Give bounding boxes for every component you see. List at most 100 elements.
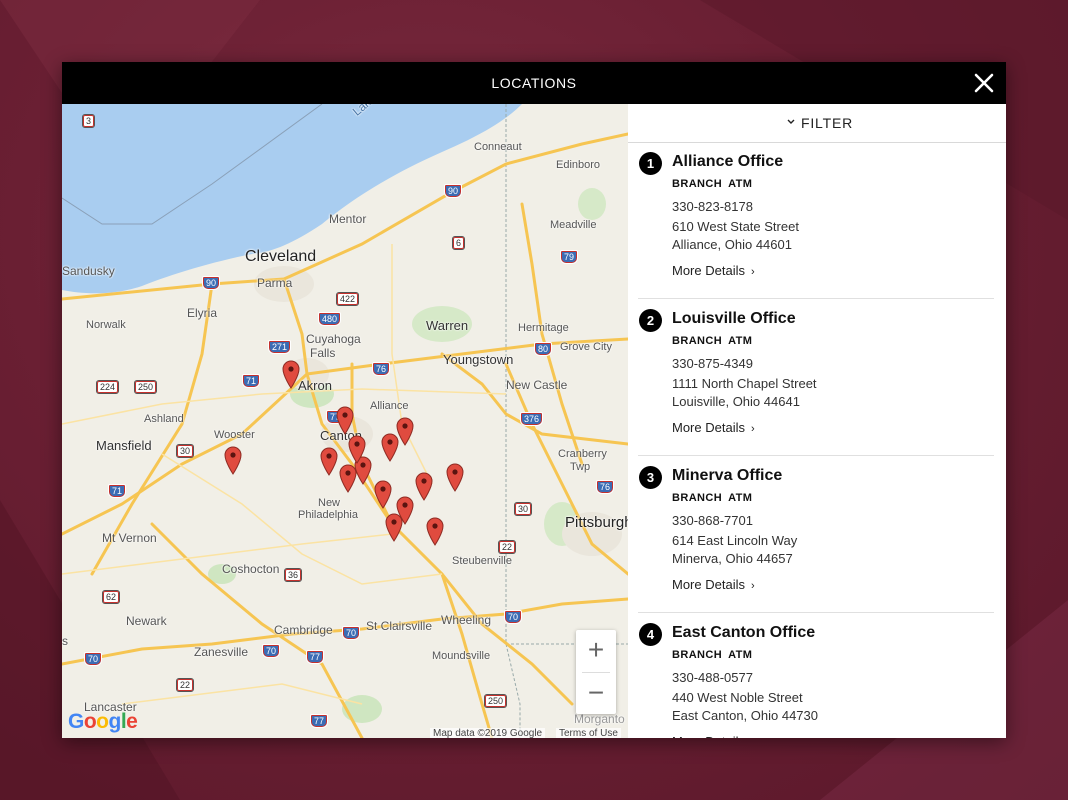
route-shield-79: 79 [560, 250, 579, 264]
location-phone[interactable]: 330-875-4349 [672, 356, 753, 371]
map-pin-icon [348, 435, 366, 464]
route-shield-422: 422 [336, 292, 360, 306]
location-map-pin[interactable] [281, 359, 301, 389]
location-map-pin[interactable] [223, 445, 243, 475]
terms-of-use-link[interactable]: Terms of Use [556, 728, 621, 738]
location-map-pin[interactable] [384, 512, 404, 542]
route-shield-271: 271 [268, 340, 292, 354]
map-label-sandusky: Sandusky [62, 264, 115, 278]
location-tag: ATM [728, 492, 753, 504]
chevron-right-icon: › [751, 737, 755, 738]
location-phone[interactable]: 330-868-7701 [672, 513, 753, 528]
more-details-link[interactable]: More Details › [672, 263, 755, 278]
chevron-right-icon: › [750, 580, 755, 592]
more-details-label: More Details [672, 263, 745, 278]
location-tags: BRANCH ATM [672, 492, 758, 504]
chevron-right-icon: › [750, 423, 755, 435]
map-label-elyria: Elyria [187, 306, 218, 320]
location-name[interactable]: Louisville Office [672, 310, 796, 328]
location-street: 1111 North Chapel Street [672, 376, 817, 391]
zoom-out-button[interactable]: − [576, 673, 616, 713]
location-map-pin[interactable] [319, 446, 339, 476]
location-tags: BRANCH ATM [672, 649, 758, 661]
map-label-grove-city: Grove City [560, 341, 612, 353]
map-label-mansfield: Mansfield [96, 438, 152, 453]
location-city: Louisville, Ohio 44641 [672, 394, 800, 409]
map-label-parma: Parma [257, 276, 293, 290]
map-label-steubenville: Steubenville [452, 555, 512, 567]
map-data-attribution: Map data ©2019 Google [430, 728, 546, 738]
route-shield-90: 90 [444, 184, 463, 198]
route-shield-36: 36 [284, 568, 303, 582]
location-name[interactable]: Minerva Office [672, 467, 782, 485]
map-label-newark: Newark [126, 614, 167, 628]
map-label-morgantown: Morganto [574, 712, 625, 726]
modal-header: LOCATIONS [62, 62, 1006, 104]
map-label-coshocton: Coshocton [222, 562, 280, 576]
map-pin-icon [320, 447, 338, 476]
map-label-falls: Falls [310, 346, 336, 360]
location-map-pin[interactable] [414, 471, 434, 501]
map-label-philadelphia: Philadelphia [298, 509, 358, 521]
more-details-link[interactable]: More Details › [672, 420, 755, 435]
location-name[interactable]: Alliance Office [672, 153, 783, 171]
route-shield-70: 70 [262, 644, 281, 658]
map-label-edge: s [62, 634, 68, 648]
location-card[interactable]: 4 East Canton Office BRANCH ATM 330-488-0577… [628, 613, 1006, 738]
map-pin-icon [446, 463, 464, 492]
map-pin-icon [415, 472, 433, 501]
location-phone[interactable]: 330-488-0577 [672, 670, 753, 685]
map-pin-icon [336, 406, 354, 435]
map-pin-icon [426, 517, 444, 546]
more-details-label: More Details [672, 577, 745, 592]
location-city: East Canton, Ohio 44730 [672, 708, 818, 723]
route-shield-22: 22 [176, 678, 195, 692]
route-shield-80: 80 [534, 342, 553, 356]
route-shield-77: 77 [310, 714, 329, 728]
location-tags: BRANCH ATM [672, 178, 758, 190]
more-details-link[interactable]: More Details › [672, 734, 755, 738]
route-shield-30: 30 [514, 502, 533, 516]
location-street: 610 West State Street [672, 219, 799, 234]
map-label-ashland: Ashland [144, 413, 184, 425]
location-tag: BRANCH [672, 178, 723, 190]
location-card[interactable]: 2 Louisville Office BRANCH ATM 330-875-4349 1… [628, 299, 1006, 456]
map-label-norwalk: Norwalk [86, 319, 126, 331]
location-phone[interactable]: 330-823-8178 [672, 199, 753, 214]
zoom-in-button[interactable]: + [576, 630, 616, 670]
filter-button[interactable]: FILTER [628, 104, 1006, 143]
filter-label: FILTER [801, 115, 853, 131]
map-label-mt-vernon: Mt Vernon [102, 531, 157, 545]
map-view[interactable]: Lak Cleveland Parma Elyria Norwalk Sandu… [62, 104, 628, 738]
location-tag: ATM [728, 335, 753, 347]
location-map-pin[interactable] [380, 432, 400, 462]
map-label-akron: Akron [298, 378, 332, 393]
more-details-label: More Details [672, 734, 745, 738]
route-shield-70: 70 [84, 652, 103, 666]
route-shield-250: 250 [484, 694, 508, 708]
map-label-wooster: Wooster [214, 429, 255, 441]
location-map-pin[interactable] [373, 479, 393, 509]
location-name[interactable]: East Canton Office [672, 624, 815, 642]
route-shield-3: 3 [82, 114, 96, 128]
location-map-pin[interactable] [425, 516, 445, 546]
modal-title: LOCATIONS [491, 75, 577, 91]
location-number-badge: 1 [639, 152, 662, 175]
route-shield-6: 6 [452, 236, 466, 250]
close-button[interactable] [972, 71, 996, 95]
map-label-cleveland: Cleveland [245, 248, 317, 265]
location-number-badge: 2 [639, 309, 662, 332]
more-details-link[interactable]: More Details › [672, 577, 755, 592]
location-map-pin[interactable] [347, 434, 367, 464]
location-card[interactable]: 1 Alliance Office BRANCH ATM 330-823-8178 610… [628, 142, 1006, 299]
locations-panel: FILTER 1 Alliance Office BRANCH ATM 330-823-… [628, 104, 1006, 738]
map-label-youngstown: Youngstown [443, 352, 514, 367]
route-shield-90: 90 [202, 276, 221, 290]
location-map-pin[interactable] [338, 463, 358, 493]
location-card[interactable]: 3 Minerva Office BRANCH ATM 330-868-7701 614 … [628, 456, 1006, 613]
route-shield-77: 77 [306, 650, 325, 664]
location-map-pin[interactable] [335, 405, 355, 435]
location-map-pin[interactable] [445, 462, 465, 492]
location-city: Minerva, Ohio 44657 [672, 551, 793, 566]
map-label-hermitage: Hermitage [518, 322, 569, 334]
